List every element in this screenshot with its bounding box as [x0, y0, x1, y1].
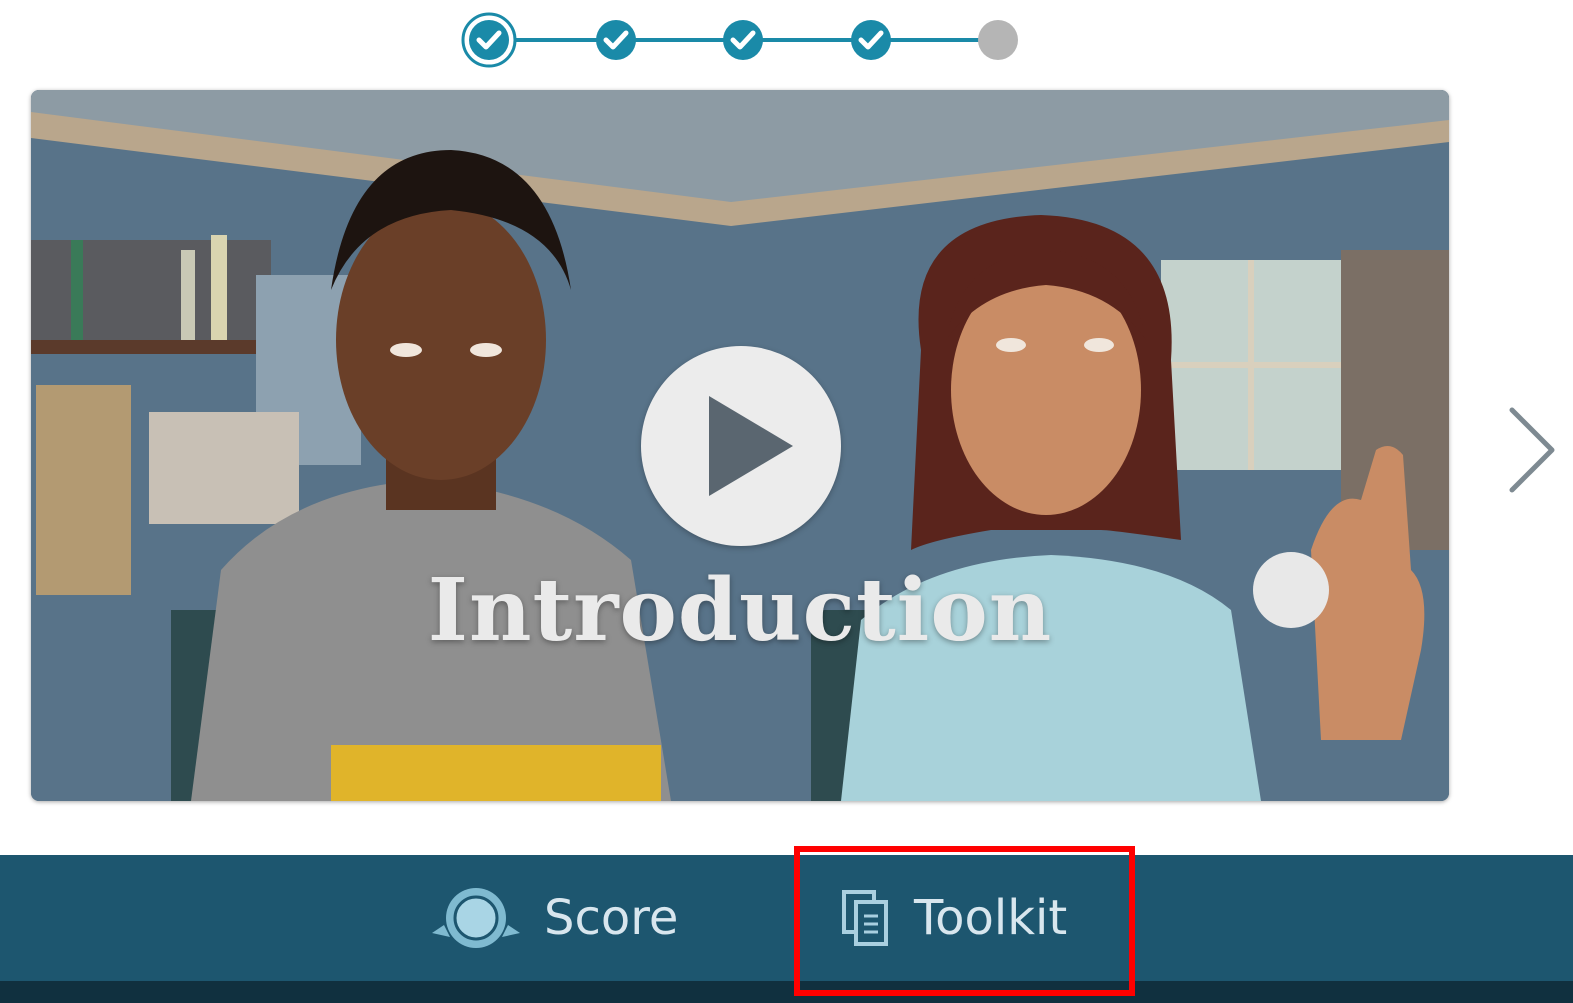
- step-5[interactable]: [978, 20, 1018, 60]
- toolkit-button[interactable]: Toolkit: [840, 855, 1067, 981]
- badge-icon: [432, 888, 520, 948]
- step-1[interactable]: [461, 12, 517, 68]
- play-button[interactable]: [641, 346, 841, 546]
- score-label: Score: [544, 890, 679, 946]
- score-button[interactable]: Score: [430, 855, 678, 981]
- chevron-right-icon: [1509, 407, 1555, 493]
- step-4[interactable]: [851, 20, 891, 60]
- step-3[interactable]: [723, 20, 763, 60]
- bottom-strip: [0, 981, 1573, 1003]
- video-title: Introduction: [427, 560, 1053, 661]
- play-icon: [709, 396, 793, 496]
- toolkit-label: Toolkit: [914, 890, 1068, 946]
- documents-icon: [842, 890, 888, 946]
- progress-stepper-graphic: [461, 12, 1018, 68]
- next-button[interactable]: [1500, 400, 1564, 500]
- bottom-nav-bar: Score Toolkit: [0, 855, 1573, 981]
- step-2[interactable]: [596, 20, 636, 60]
- video-card[interactable]: Introduction: [31, 90, 1449, 801]
- progress-stepper: [0, 0, 1573, 85]
